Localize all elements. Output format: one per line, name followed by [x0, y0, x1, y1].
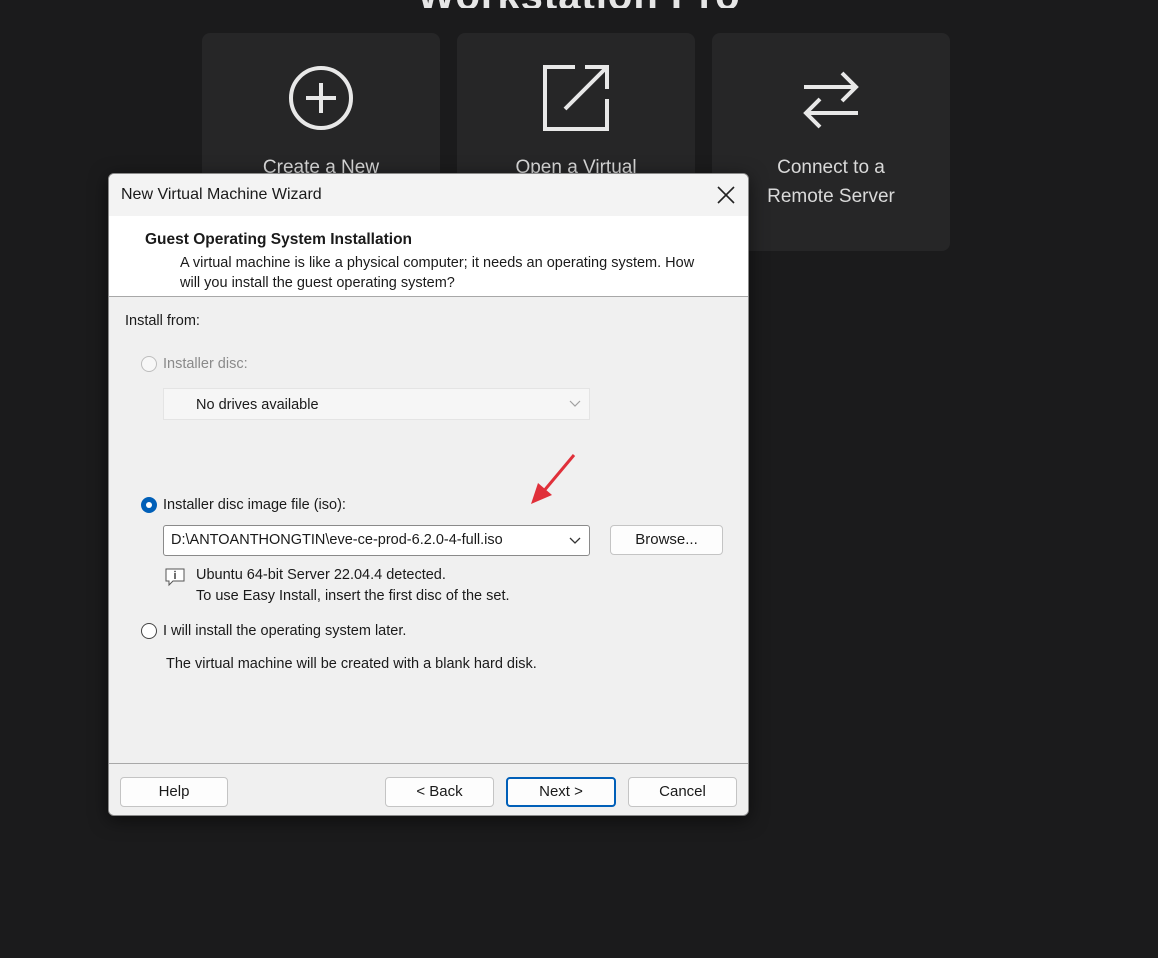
wizard-step-title: Guest Operating System Installation: [145, 231, 413, 248]
iso-label: Installer disc image file (iso):: [163, 497, 346, 513]
back-button[interactable]: < Back: [385, 777, 494, 807]
cancel-button[interactable]: Cancel: [628, 777, 737, 807]
installer-disc-label: Installer disc:: [163, 356, 248, 372]
swap-arrows-icon: [803, 71, 859, 129]
chevron-down-icon: [569, 400, 581, 407]
iso-path-value: D:\ANTOANTHONGTIN\eve-ce-prod-6.2.0-4-fu…: [171, 532, 503, 548]
install-from-label: Install from:: [125, 313, 200, 329]
detected-os-text: Ubuntu 64-bit Server 22.04.4 detected.: [196, 567, 446, 583]
close-button[interactable]: [704, 174, 748, 216]
chevron-down-icon: [569, 537, 581, 544]
drive-select[interactable]: No drives available: [163, 388, 590, 420]
annotation-arrow-icon: [531, 454, 576, 504]
dialog-titlebar: New Virtual Machine Wizard: [109, 174, 748, 216]
help-button[interactable]: Help: [120, 777, 228, 807]
wizard-header: Guest Operating System Installation A vi…: [109, 216, 748, 297]
drive-select-value: No drives available: [196, 397, 319, 413]
info-icon: [165, 568, 185, 587]
install-later-note: The virtual machine will be created with…: [166, 656, 537, 672]
open-external-icon: [543, 65, 609, 131]
dialog-title: New Virtual Machine Wizard: [121, 186, 322, 203]
iso-radio[interactable]: [141, 497, 157, 513]
browse-button[interactable]: Browse...: [610, 525, 723, 555]
close-icon: [717, 186, 735, 204]
plus-circle-icon: [289, 66, 353, 130]
wizard-footer: Help < Back Next > Cancel: [109, 763, 748, 815]
wizard-step-description: A virtual machine is like a physical com…: [180, 255, 695, 291]
next-button[interactable]: Next >: [506, 777, 616, 807]
install-later-label: I will install the operating system late…: [163, 623, 407, 639]
background-heading: Workstation Pro: [0, 0, 1158, 8]
easy-install-hint: To use Easy Install, insert the first di…: [196, 588, 510, 604]
new-vm-wizard-dialog: New Virtual Machine Wizard Guest Operati…: [108, 173, 749, 816]
iso-path-combobox[interactable]: D:\ANTOANTHONGTIN\eve-ce-prod-6.2.0-4-fu…: [163, 525, 590, 556]
installer-disc-radio[interactable]: [141, 356, 157, 372]
background-heading-text: Workstation Pro: [0, 0, 1158, 8]
install-later-radio[interactable]: [141, 623, 157, 639]
wizard-body: Install from: Installer disc: No drives …: [109, 297, 748, 763]
